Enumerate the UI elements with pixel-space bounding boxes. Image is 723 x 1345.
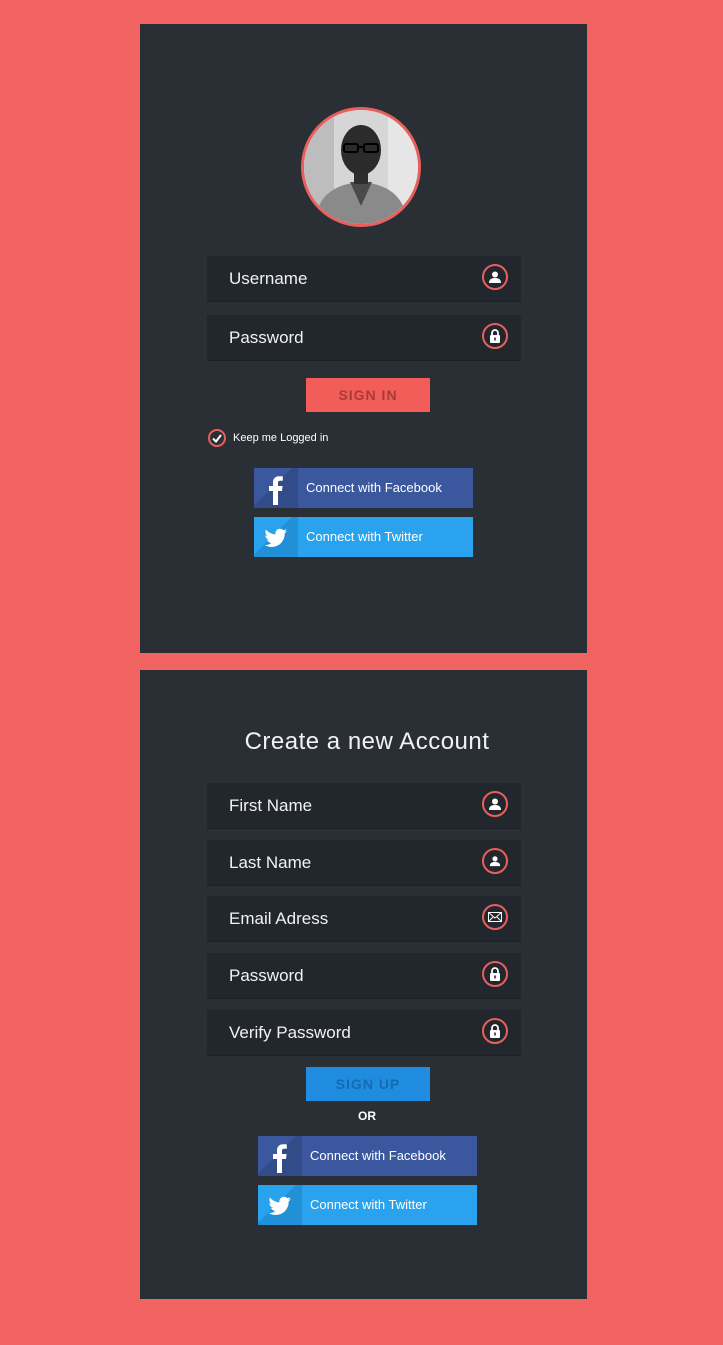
lock-icon <box>482 961 508 987</box>
lock-icon <box>482 323 508 349</box>
mail-icon <box>482 904 508 930</box>
twitter-label: Connect with Twitter <box>306 529 423 544</box>
facebook-icon <box>273 1144 287 1173</box>
facebook-label: Connect with Facebook <box>306 480 442 495</box>
first-name-label: First Name <box>229 796 313 815</box>
login-panel: Username Password SIGN IN Keep me Logged… <box>140 24 587 653</box>
user-icon <box>482 848 508 874</box>
signup-title: Create a new Account <box>244 728 490 755</box>
lock-icon <box>482 1018 508 1044</box>
verify-password-label: Verify Password <box>229 1023 351 1042</box>
password-label: Password <box>229 328 304 347</box>
facebook-icon <box>269 476 283 505</box>
avatar <box>301 107 421 227</box>
twitter-icon <box>268 1196 291 1215</box>
remember-label: Keep me Logged in <box>233 432 329 444</box>
remember-me[interactable]: Keep me Logged in <box>208 429 328 447</box>
verify-password-field[interactable]: Verify Password <box>207 1010 521 1056</box>
or-divider: OR <box>358 1109 376 1123</box>
username-field[interactable]: Username <box>207 256 521 302</box>
twitter-icon <box>264 528 287 547</box>
username-label: Username <box>229 269 308 288</box>
twitter-label: Connect with Twitter <box>310 1197 427 1212</box>
connect-facebook-button[interactable]: Connect with Facebook <box>258 1136 477 1176</box>
sign-up-button[interactable]: SIGN UP <box>306 1067 430 1101</box>
connect-twitter-button[interactable]: Connect with Twitter <box>254 517 473 557</box>
user-icon <box>482 791 508 817</box>
sign-in-button[interactable]: SIGN IN <box>306 378 430 412</box>
email-field[interactable]: Email Adress <box>207 896 521 942</box>
password-field[interactable]: Password <box>207 315 521 361</box>
email-label: Email Adress <box>229 909 329 928</box>
remember-checkbox[interactable] <box>208 429 226 447</box>
user-icon <box>482 264 508 290</box>
password-field[interactable]: Password <box>207 953 521 999</box>
last-name-label: Last Name <box>229 853 312 872</box>
checkmark-icon <box>212 433 222 443</box>
connect-twitter-button[interactable]: Connect with Twitter <box>258 1185 477 1225</box>
connect-facebook-button[interactable]: Connect with Facebook <box>254 468 473 508</box>
password-label: Password <box>229 966 304 985</box>
facebook-label: Connect with Facebook <box>310 1148 446 1163</box>
avatar-photo <box>304 110 418 224</box>
signup-panel: Create a new Account First Name Last Nam… <box>140 670 587 1299</box>
first-name-field[interactable]: First Name <box>207 783 521 829</box>
last-name-field[interactable]: Last Name <box>207 840 521 886</box>
